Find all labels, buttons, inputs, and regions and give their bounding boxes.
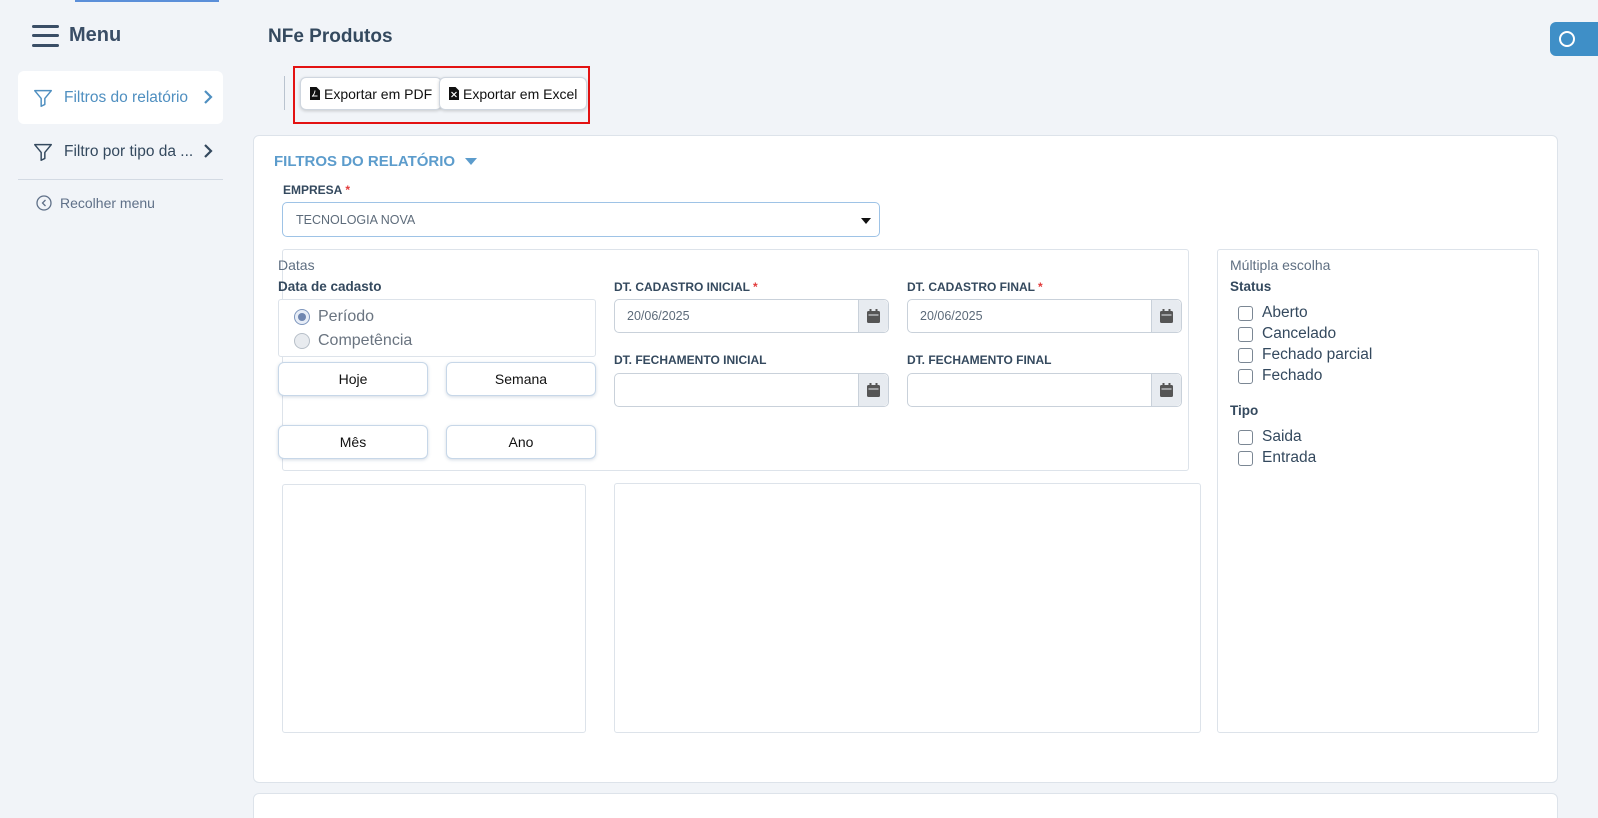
checkbox[interactable] — [1238, 347, 1253, 363]
help-icon — [1559, 31, 1575, 47]
calendar-icon — [867, 309, 880, 323]
calendar-icon — [1160, 383, 1173, 397]
checkbox[interactable] — [1238, 368, 1253, 384]
today-button[interactable]: Hoje — [278, 362, 428, 396]
tipo-entrada-option[interactable]: Entrada — [1238, 449, 1316, 467]
data-cadastro-label: Data de cadasto — [278, 279, 382, 294]
fechamento-final-label: DT. FECHAMENTO FINAL — [907, 353, 1052, 367]
datas-legend: Datas — [278, 257, 315, 273]
filter-icon — [34, 143, 52, 161]
menu-toggle[interactable]: Menu — [32, 24, 121, 47]
filter-icon — [34, 89, 52, 107]
empresa-value: TECNOLOGIA NOVA — [296, 212, 416, 227]
filters-section-toggle[interactable]: FILTROS DO RELATÓRIO — [274, 153, 478, 170]
export-excel-label: Exportar em Excel — [463, 85, 578, 102]
calendar-button[interactable] — [1151, 374, 1181, 406]
fechamento-inicial-input[interactable] — [614, 373, 889, 407]
hamburger-icon[interactable] — [32, 24, 59, 47]
cadastro-inicial-label: DT. CADASTRO INICIAL * — [614, 280, 758, 294]
status-fechado-parcial-option[interactable]: Fechado parcial — [1238, 346, 1372, 364]
status-cancelado-option[interactable]: Cancelado — [1238, 325, 1336, 343]
radio-label: Competência — [318, 332, 413, 349]
empty-panel-center — [614, 483, 1201, 733]
week-button[interactable]: Semana — [446, 362, 596, 396]
checkbox[interactable] — [1238, 305, 1253, 321]
radio-button[interactable] — [294, 309, 310, 325]
calendar-icon — [1160, 309, 1173, 323]
collapse-menu-label: Recolher menu — [60, 195, 155, 211]
checkbox-label: Entrada — [1262, 449, 1317, 466]
checkbox[interactable] — [1238, 429, 1253, 445]
chevron-left-circle-icon — [36, 195, 52, 211]
status-fechado-option[interactable]: Fechado — [1238, 367, 1322, 385]
checkbox-label: Saida — [1262, 428, 1302, 445]
radio-button[interactable] — [294, 333, 310, 349]
checkbox[interactable] — [1238, 450, 1253, 466]
empresa-select[interactable]: TECNOLOGIA NOVA — [282, 202, 880, 237]
year-button[interactable]: Ano — [446, 425, 596, 459]
sidebar-item-label: Filtro por tipo da ... — [64, 142, 194, 160]
help-button[interactable] — [1550, 22, 1598, 56]
radio-competencia[interactable]: Competência — [294, 332, 412, 350]
calendar-button[interactable] — [858, 374, 888, 406]
multipla-legend: Múltipla escolha — [1230, 257, 1331, 273]
calendar-button[interactable] — [858, 300, 888, 332]
results-card — [253, 793, 1558, 818]
tipo-saida-option[interactable]: Saida — [1238, 428, 1302, 446]
cadastro-inicial-input[interactable]: 20/06/2025 — [614, 299, 889, 333]
cadastro-final-input[interactable]: 20/06/2025 — [907, 299, 1182, 333]
menu-label: Menu — [69, 24, 122, 46]
section-title: FILTROS DO RELATÓRIO — [274, 153, 456, 170]
cadastro-final-label: DT. CADASTRO FINAL * — [907, 280, 1043, 294]
file-excel-icon — [449, 87, 459, 100]
export-pdf-button[interactable]: Exportar em PDF — [300, 77, 443, 110]
calendar-button[interactable] — [1151, 300, 1181, 332]
checkbox[interactable] — [1238, 326, 1253, 342]
empty-panel-left — [282, 484, 586, 733]
status-label: Status — [1230, 279, 1272, 294]
checkbox-label: Cancelado — [1262, 325, 1337, 342]
collapse-menu-button[interactable]: Recolher menu — [36, 195, 155, 211]
radio-periodo[interactable]: Período — [294, 308, 374, 326]
tipo-label: Tipo — [1230, 403, 1259, 418]
export-excel-button[interactable]: Exportar em Excel — [439, 77, 588, 110]
calendar-icon — [867, 383, 880, 397]
toolbar-separator — [284, 76, 285, 110]
checkbox-label: Fechado parcial — [1262, 346, 1373, 363]
page-title: NFe Produtos — [268, 26, 393, 47]
sidebar-divider — [18, 179, 223, 180]
caret-down-icon — [861, 218, 871, 224]
chevron-right-icon — [204, 144, 213, 158]
checkbox-label: Fechado — [1262, 367, 1323, 384]
date-value: 20/06/2025 — [627, 309, 690, 323]
fechamento-final-input[interactable] — [907, 373, 1182, 407]
checkbox-label: Aberto — [1262, 304, 1308, 321]
top-tab-indicator — [75, 0, 219, 2]
sidebar-item-filtros-relatorio[interactable]: Filtros do relatório — [18, 71, 223, 124]
status-aberto-option[interactable]: Aberto — [1238, 304, 1308, 322]
file-pdf-icon — [310, 87, 320, 100]
empresa-label: EMPRESA * — [283, 183, 351, 197]
caret-down-icon — [465, 158, 478, 165]
export-pdf-label: Exportar em PDF — [324, 85, 433, 102]
sidebar-item-filtro-tipo[interactable]: Filtro por tipo da ... — [18, 125, 223, 178]
fechamento-inicial-label: DT. FECHAMENTO INICIAL — [614, 353, 767, 367]
sidebar-item-label: Filtros do relatório — [64, 88, 189, 106]
date-type-radio-group: Período Competência — [278, 299, 596, 357]
chevron-right-icon — [204, 90, 213, 104]
radio-label: Período — [318, 308, 375, 325]
date-value: 20/06/2025 — [920, 309, 983, 323]
month-button[interactable]: Mês — [278, 425, 428, 459]
